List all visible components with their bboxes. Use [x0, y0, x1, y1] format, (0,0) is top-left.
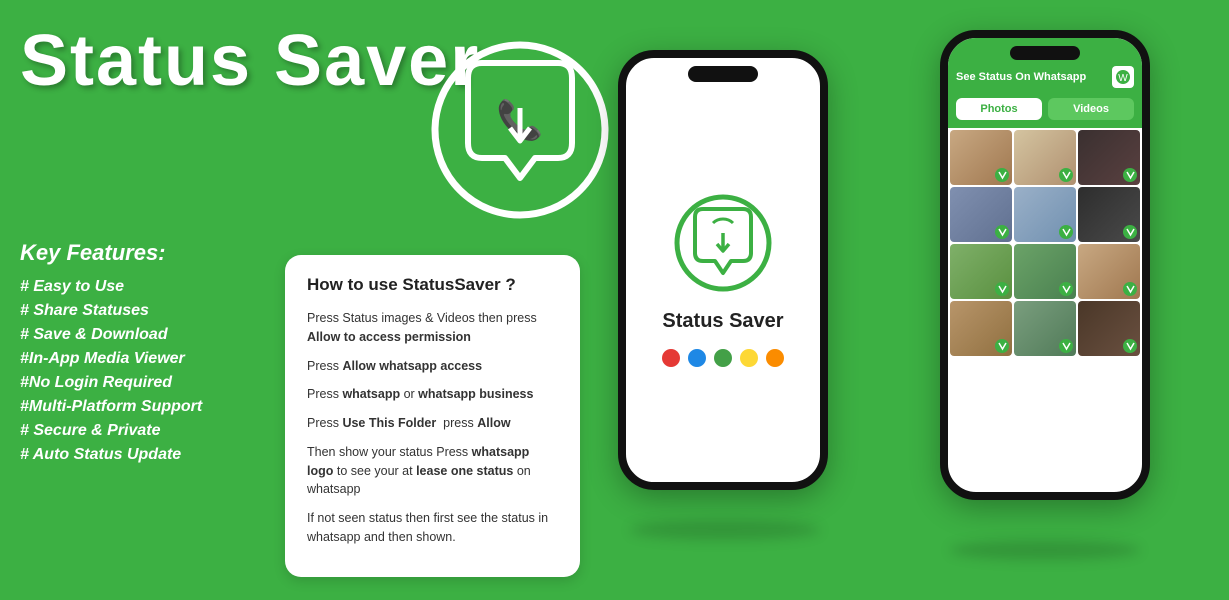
download-badge-8	[1059, 282, 1073, 296]
phone-mockup-2: See Status On Whatsapp W Photos Videos	[940, 30, 1150, 500]
photo-cell-10	[950, 301, 1012, 356]
photo-cell-6	[1078, 187, 1140, 242]
download-badge-2	[1059, 168, 1073, 182]
download-badge-1	[995, 168, 1009, 182]
feature-item-6: #Multi-Platform Support	[20, 398, 202, 416]
how-to-step-6: If not seen status then first see the st…	[307, 509, 558, 547]
photo-cell-3	[1078, 130, 1140, 185]
download-badge-10	[995, 339, 1009, 353]
how-to-step-3: Press whatsapp or whatsapp business	[307, 385, 558, 404]
feature-item-7: # Secure & Private	[20, 422, 202, 440]
photo-cell-12	[1078, 301, 1140, 356]
how-to-step-2: Press Allow whatsapp access	[307, 357, 558, 376]
photo-cell-7	[950, 244, 1012, 299]
phone2-tab-videos[interactable]: Videos	[1048, 98, 1134, 120]
download-badge-4	[995, 225, 1009, 239]
key-features-title: Key Features:	[20, 240, 202, 266]
how-to-step-4: Press Use This Folder press Allow	[307, 414, 558, 433]
main-title: Status Saver	[20, 20, 480, 102]
photo-cell-4	[950, 187, 1012, 242]
phone1-content: Status Saver	[626, 58, 820, 482]
svg-text:W: W	[1118, 73, 1128, 84]
phone1-notch	[688, 66, 758, 82]
download-badge-11	[1059, 339, 1073, 353]
title-section: Status Saver	[20, 20, 480, 102]
dots-row	[662, 349, 784, 367]
phone1-app-title: Status Saver	[662, 310, 783, 333]
how-to-card: How to use StatusSaver ? Press Status im…	[285, 255, 580, 577]
key-features-section: Key Features: # Easy to Use # Share Stat…	[20, 240, 202, 470]
phone2-header-whatsapp-icon: W	[1112, 66, 1134, 88]
phone2-tab-photos[interactable]: Photos	[956, 98, 1042, 120]
photo-grid	[948, 128, 1142, 358]
phone1-shadow	[630, 520, 820, 540]
photo-cell-11	[1014, 301, 1076, 356]
feature-item-2: # Share Statuses	[20, 302, 202, 320]
phone2-notch	[1010, 46, 1080, 60]
feature-item-5: #No Login Required	[20, 374, 202, 392]
download-badge-12	[1123, 339, 1137, 353]
photo-cell-2	[1014, 130, 1076, 185]
photo-cell-8	[1014, 244, 1076, 299]
whatsapp-icon-center: 📞	[420, 30, 620, 230]
photo-cell-1	[950, 130, 1012, 185]
download-badge-7	[995, 282, 1009, 296]
phone2-shadow	[950, 540, 1140, 560]
dot-red	[662, 349, 680, 367]
download-badge-6	[1123, 225, 1137, 239]
phone2-tabs: Photos Videos	[948, 94, 1142, 128]
how-to-card-title: How to use StatusSaver ?	[307, 275, 558, 295]
feature-item-1: # Easy to Use	[20, 278, 202, 296]
whatsapp-icon: 📞	[425, 35, 615, 225]
phone-mockup-1: Status Saver	[618, 50, 828, 490]
download-badge-5	[1059, 225, 1073, 239]
phone1-body: Status Saver	[618, 50, 828, 490]
download-badge-9	[1123, 282, 1137, 296]
dot-blue	[688, 349, 706, 367]
how-to-step-5: Then show your status Press whatsapp log…	[307, 443, 558, 499]
dot-green	[714, 349, 732, 367]
dot-orange	[766, 349, 784, 367]
phone1-app-icon	[673, 193, 773, 298]
phone2-body: See Status On Whatsapp W Photos Videos	[940, 30, 1150, 500]
feature-item-3: # Save & Download	[20, 326, 202, 344]
how-to-step-1: Press Status images & Videos then press …	[307, 309, 558, 347]
download-badge-3	[1123, 168, 1137, 182]
photo-cell-9	[1078, 244, 1140, 299]
feature-item-8: # Auto Status Update	[20, 446, 202, 464]
feature-item-4: #In-App Media Viewer	[20, 350, 202, 368]
dot-yellow	[740, 349, 758, 367]
phone2-header-title: See Status On Whatsapp	[956, 71, 1086, 83]
photo-cell-5	[1014, 187, 1076, 242]
